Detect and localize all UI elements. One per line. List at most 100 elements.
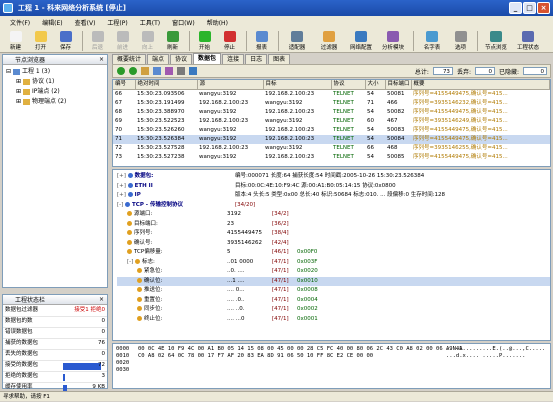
save-button[interactable]: 保存 xyxy=(54,30,77,52)
decode-row[interactable]: 推送位: .... 0... [47/1] 0x0008 xyxy=(117,286,550,296)
expand-icon[interactable]: ⊞ xyxy=(16,88,23,95)
refresh-button[interactable]: 刷新 xyxy=(161,30,184,52)
column-header[interactable]: 绝对时间 xyxy=(135,80,198,90)
column-header[interactable]: 大小 xyxy=(365,80,386,90)
column-header[interactable]: 协议 xyxy=(331,80,366,90)
close-icon[interactable]: × xyxy=(99,296,104,303)
tree-item[interactable]: ⊞ IP端点 (2) xyxy=(6,87,104,97)
new-button[interactable]: 新建 xyxy=(4,30,27,52)
filter-icon[interactable] xyxy=(141,67,149,75)
forward-button[interactable]: 前进 xyxy=(111,30,134,52)
column-header[interactable]: 目标 xyxy=(263,80,332,90)
decode-row[interactable]: [-] 标志: ..01 0000 [47/1] 0x003F xyxy=(117,258,550,268)
tab-0[interactable]: 概要统计 xyxy=(112,54,147,64)
decode-row[interactable]: [+] ETH II 目标:00:0C:4E:10:F9:4C 源:00:A1:B… xyxy=(117,182,550,192)
open-button[interactable]: 打开 xyxy=(29,30,52,52)
decode-row[interactable]: 紧急位: ..0. .... [47/1] 0x0020 xyxy=(117,267,550,277)
decode-row[interactable]: 目标端口: 23 [36/2] xyxy=(117,220,550,230)
field-icon xyxy=(127,239,132,245)
column-header[interactable]: 概要 xyxy=(411,80,550,90)
packet-row[interactable]: 71 15:30:23.526384 wangyu:3192 192.168.2.10… xyxy=(113,135,550,144)
column-header[interactable]: 源 xyxy=(197,80,264,90)
export-icon[interactable] xyxy=(165,67,173,75)
field-value: 编号:000071 长度:64 捕获长度:54 时间戳:2005-10-26 1… xyxy=(235,173,425,179)
packet-cell: 70 xyxy=(115,127,122,133)
tab-3[interactable]: 数据包 xyxy=(193,53,222,64)
menu-item[interactable]: 工具(T) xyxy=(140,18,160,27)
column-header[interactable]: 目标端口 xyxy=(385,80,412,90)
packet-row[interactable]: 72 15:30:23.527528 192.168.2.100:23 wangyu:… xyxy=(113,144,550,153)
filter-button[interactable]: 过滤器 xyxy=(314,30,344,52)
close-button[interactable]: × xyxy=(537,2,550,14)
adapter-button[interactable]: 适配器 xyxy=(282,30,312,52)
back-icon[interactable] xyxy=(117,67,125,75)
close-icon[interactable]: × xyxy=(99,56,104,63)
expand-icon[interactable]: [-] xyxy=(127,259,135,265)
name-table-button[interactable]: 名字表 xyxy=(417,30,447,52)
expand-icon[interactable]: [+] xyxy=(117,192,128,198)
tab-2[interactable]: 协议 xyxy=(170,54,193,64)
minimize-button[interactable]: _ xyxy=(509,2,522,14)
decode-row[interactable]: TCP偏移量: 5 [46/1] 0x00F0 xyxy=(117,248,550,258)
adapter-icon xyxy=(291,30,303,42)
forward-icon[interactable] xyxy=(129,67,137,75)
menu-item[interactable]: 查看(V) xyxy=(75,18,96,27)
decode-row[interactable]: 终止位: .... ...0 [47/1] 0x0001 xyxy=(117,315,550,325)
tab-4[interactable]: 连接 xyxy=(222,54,245,64)
network-config-button[interactable]: 网络配置 xyxy=(346,30,376,52)
decode-row[interactable]: 确认号: 3935146262 [42/4] xyxy=(117,239,550,249)
up-button[interactable]: 向上 xyxy=(136,30,159,52)
node-browse-button[interactable]: 节点浏览 xyxy=(481,30,511,52)
hex-row: 0000 00 0C 4E 10 F9 4C 00 A1 B0 05 14 15 … xyxy=(116,346,550,353)
maximize-button[interactable]: □ xyxy=(523,2,536,14)
decode-row[interactable]: 确认位: ...1 .... [47/1] 0x0010 xyxy=(117,276,550,286)
expand-icon[interactable]: ⊞ xyxy=(16,98,23,105)
tab-6[interactable]: 图表 xyxy=(268,54,291,64)
up-icon xyxy=(141,30,154,42)
decode-row[interactable]: 重置位: .... .0.. [47/1] 0x0004 xyxy=(117,296,550,306)
expand-icon[interactable]: [+] xyxy=(117,183,128,189)
start-button[interactable]: 开始 xyxy=(193,30,216,52)
packet-row[interactable]: 67 15:30:23.191499 192.168.2.100:23 wangyu:… xyxy=(113,99,550,108)
back-button[interactable]: 后退 xyxy=(86,30,109,52)
menu-item[interactable]: 编辑(E) xyxy=(42,18,62,27)
status-row: 接受的数据包 72 xyxy=(3,360,107,372)
menu-item[interactable]: 文件(F) xyxy=(10,18,30,27)
decode-row[interactable]: [-] TCP - 传输控制协议 [34/20] xyxy=(117,201,550,211)
menu-item[interactable]: 工程(P) xyxy=(107,18,127,27)
column-icon[interactable] xyxy=(189,67,197,75)
tree-item[interactable]: ⊞ 协议 (1) xyxy=(6,77,104,87)
decode-row[interactable]: [+] IP 版本:4 头长:5 类型:0x00 总长:40 标识:50684 标… xyxy=(117,191,550,201)
decode-row[interactable]: 源端口: 3192 [34/2] xyxy=(117,210,550,220)
status-bar-fill xyxy=(63,362,101,370)
expand-icon[interactable]: ⊞ xyxy=(16,78,23,85)
expand-icon[interactable]: ⊟ xyxy=(6,68,13,75)
decode-row[interactable]: [+] 数据包: 编号:000071 长度:64 捕获长度:54 时间戳:2005… xyxy=(117,172,550,182)
project-status-button[interactable]: 工程状态 xyxy=(513,30,543,52)
tab-5[interactable]: 日志 xyxy=(245,54,268,64)
column-header[interactable]: 编号 xyxy=(113,80,136,90)
main-tabs: 概要统计 端点 协议 数据包 连接 日志 图表 xyxy=(112,53,412,64)
menu-item[interactable]: 帮助(H) xyxy=(207,18,228,27)
menu-item[interactable]: 窗口(W) xyxy=(172,18,195,27)
options-button[interactable]: 选项 xyxy=(449,30,472,52)
packet-row[interactable]: 66 15:30:23.093506 wangyu:3192 192.168.2.10… xyxy=(113,90,550,100)
decode-icon[interactable] xyxy=(153,67,161,75)
packet-row[interactable]: 73 15:30:23.527238 wangyu:3192 192.168.2.10… xyxy=(113,153,550,162)
stop-button[interactable]: 停止 xyxy=(218,30,241,52)
expand-icon[interactable]: [+] xyxy=(117,173,128,179)
packet-row[interactable]: 69 15:30:23.522523 192.168.2.100:23 wangyu:… xyxy=(113,117,550,126)
decode-row[interactable]: 序列号: 4155449475 [38/4] xyxy=(117,229,550,239)
module-button[interactable]: 分析模块 xyxy=(378,30,408,52)
toolbar-label: 选项 xyxy=(454,44,466,51)
tab-1[interactable]: 端点 xyxy=(147,54,170,64)
tree-item[interactable]: ⊞ 物理端点 (2) xyxy=(6,97,104,107)
packet-row[interactable]: 70 15:30:23.526260 wangyu:3192 192.168.2.10… xyxy=(113,126,550,135)
decode-row[interactable]: 同步位: .... ..0. [47/1] 0x0002 xyxy=(117,305,550,315)
packet-row[interactable]: 68 15:30:23.388970 wangyu:3192 192.168.2.10… xyxy=(113,108,550,117)
tree-item[interactable]: ⊟ 工程 1 (3) xyxy=(6,67,104,77)
expand-icon[interactable]: [-] xyxy=(117,202,125,208)
report-button[interactable]: 报表 xyxy=(250,30,273,52)
field-icon xyxy=(137,315,142,321)
find-icon[interactable] xyxy=(177,67,185,75)
